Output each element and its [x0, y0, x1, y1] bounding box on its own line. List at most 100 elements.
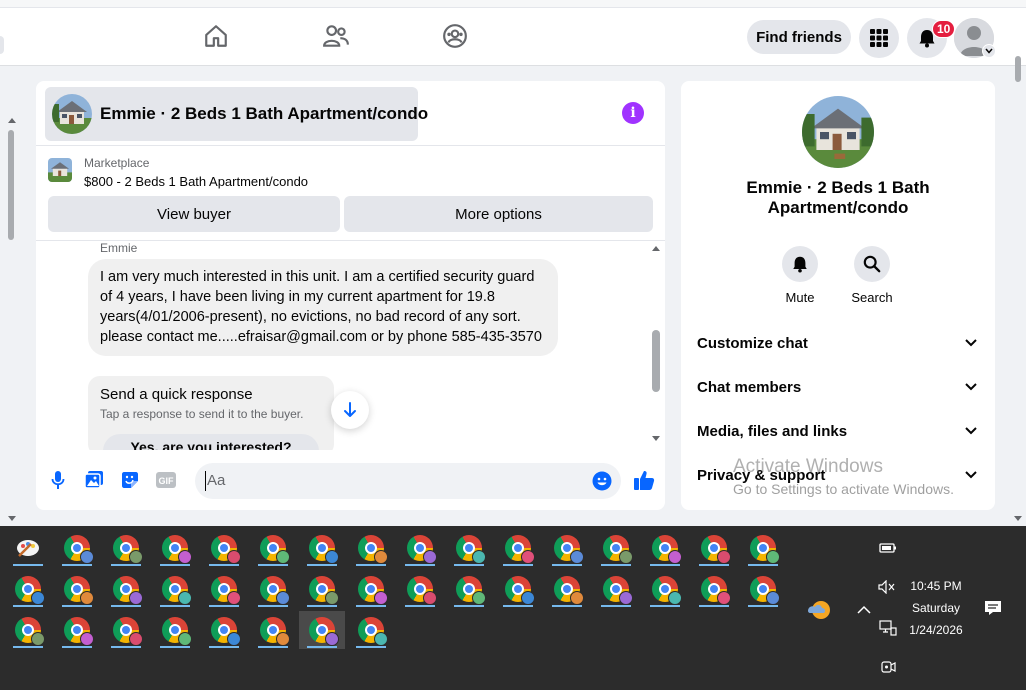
taskbar-browser-window[interactable]: [348, 611, 394, 649]
taskbar-browser-window[interactable]: [593, 529, 639, 567]
taskbar-browser-window[interactable]: [5, 611, 51, 649]
volume-muted-icon[interactable]: [878, 579, 896, 595]
taskbar-browser-window[interactable]: [495, 570, 541, 608]
taskbar-browser-window[interactable]: [642, 570, 688, 608]
taskbar-browser-window[interactable]: [397, 570, 443, 608]
weather-icon[interactable]: [806, 597, 832, 623]
thumbs-up-icon[interactable]: [632, 467, 656, 493]
scrollbar-thumb[interactable]: [652, 330, 660, 392]
home-icon[interactable]: [202, 22, 230, 50]
taskbar-browser-window[interactable]: [299, 529, 345, 567]
taskbar-browser-window[interactable]: [5, 570, 51, 608]
taskbar-browser-window[interactable]: [740, 570, 786, 608]
chat-members-row[interactable]: Chat members: [697, 365, 981, 409]
info-icon[interactable]: i: [622, 102, 644, 124]
chat-header[interactable]: Emmie · 2 Beds 1 Bath Apartment/condo: [45, 87, 428, 141]
scrollbar-thumb[interactable]: [1015, 56, 1021, 82]
taskbar-browser-window[interactable]: [103, 611, 149, 649]
search-icon[interactable]: [854, 246, 890, 282]
gif-icon[interactable]: GIF: [155, 469, 177, 491]
thread-scrollbar[interactable]: [649, 244, 663, 444]
taskbar-browser-window[interactable]: [152, 570, 198, 608]
taskbar-browser-window[interactable]: [201, 529, 247, 567]
microphone-icon[interactable]: [47, 469, 69, 491]
taskbar-browser-window[interactable]: [544, 570, 590, 608]
taskbar-browser-window[interactable]: [54, 570, 100, 608]
listing-price-title[interactable]: $800 - 2 Beds 1 Bath Apartment/condo: [84, 174, 308, 189]
profile-badge-icon: [570, 550, 584, 564]
message-bubble[interactable]: I am very much interested in this unit. …: [88, 259, 558, 356]
scrollbar-thumb[interactable]: [8, 130, 14, 240]
chevron-down-icon[interactable]: [961, 377, 981, 397]
chrome-icon: [113, 576, 143, 605]
info-title: Emmie · 2 Beds 1 Bath Apartment/condo: [746, 178, 930, 217]
taskbar-browser-window[interactable]: [446, 529, 492, 567]
chrome-icon: [358, 535, 388, 564]
taskbar-browser-window[interactable]: [495, 529, 541, 567]
taskbar-browser-window[interactable]: [54, 529, 100, 567]
chevron-down-icon[interactable]: [961, 421, 981, 441]
taskbar-browser-window[interactable]: [103, 570, 149, 608]
taskbar-browser-window[interactable]: [152, 611, 198, 649]
taskbar-browser-window[interactable]: [446, 570, 492, 608]
taskbar-browser-window[interactable]: [250, 570, 296, 608]
network-icon[interactable]: [879, 620, 897, 636]
clock-day[interactable]: Saturday: [904, 601, 968, 615]
search-action[interactable]: Search: [842, 246, 902, 305]
taskbar-browser-window[interactable]: [348, 570, 394, 608]
quick-response-option[interactable]: Yes, are you interested?: [103, 434, 319, 450]
meet-now-icon[interactable]: [880, 659, 896, 675]
view-buyer-button[interactable]: View buyer: [48, 196, 340, 232]
menu-grid-icon[interactable]: [859, 18, 899, 58]
sticker-icon[interactable]: [119, 469, 141, 491]
chevron-up-icon[interactable]: [857, 602, 871, 614]
taskbar-browser-window[interactable]: [397, 529, 443, 567]
scroll-to-bottom-button[interactable]: [331, 391, 369, 429]
taskbar-browser-window[interactable]: [250, 529, 296, 567]
window-scrollbar[interactable]: [1010, 56, 1026, 526]
taskbar-browser-window[interactable]: [691, 529, 737, 567]
customize-chat-row[interactable]: Customize chat: [697, 321, 981, 365]
bell-icon[interactable]: [782, 246, 818, 282]
page-scrollbar[interactable]: [2, 114, 20, 526]
taskbar-app-icon[interactable]: [5, 529, 51, 567]
chevron-down-icon[interactable]: [982, 44, 996, 58]
more-options-button[interactable]: More options: [344, 196, 653, 232]
notification-center-icon[interactable]: [984, 599, 1002, 617]
photo-icon[interactable]: [83, 469, 105, 491]
scroll-up-arrow-icon[interactable]: [8, 118, 16, 123]
find-friends-button[interactable]: Find friends: [747, 20, 851, 54]
taskbar-browser-window[interactable]: [348, 529, 394, 567]
chevron-down-icon[interactable]: [961, 333, 981, 353]
scroll-down-arrow-icon[interactable]: [1014, 516, 1022, 521]
chevron-down-icon[interactable]: [961, 465, 981, 485]
mute-action[interactable]: Mute: [770, 246, 830, 305]
profile-badge-icon: [472, 591, 486, 605]
scroll-down-arrow-icon[interactable]: [652, 436, 660, 441]
taskbar-browser-window[interactable]: [740, 529, 786, 567]
emoji-icon[interactable]: [592, 471, 612, 491]
taskbar-browser-window[interactable]: [152, 529, 198, 567]
clock-date[interactable]: 1/24/2026: [904, 623, 968, 637]
message-input[interactable]: Aa: [195, 463, 621, 499]
taskbar-browser-window[interactable]: [103, 529, 149, 567]
battery-icon[interactable]: [879, 541, 897, 553]
profile-badge-icon: [325, 632, 339, 646]
media-files-links-row[interactable]: Media, files and links: [697, 409, 981, 453]
clock-time[interactable]: 10:45 PM: [904, 579, 968, 593]
scroll-up-arrow-icon[interactable]: [652, 246, 660, 251]
taskbar-browser-window[interactable]: [201, 611, 247, 649]
taskbar-browser-window[interactable]: [691, 570, 737, 608]
groups-icon[interactable]: [441, 22, 469, 50]
taskbar-browser-window[interactable]: [299, 570, 345, 608]
taskbar-browser-window[interactable]: [544, 529, 590, 567]
left-edge-tab[interactable]: [0, 36, 4, 54]
friends-icon[interactable]: [322, 22, 350, 50]
taskbar-browser-window[interactable]: [299, 611, 345, 649]
taskbar-browser-window[interactable]: [54, 611, 100, 649]
taskbar-browser-window[interactable]: [250, 611, 296, 649]
scroll-down-arrow-icon[interactable]: [8, 516, 16, 521]
taskbar-browser-window[interactable]: [642, 529, 688, 567]
taskbar-browser-window[interactable]: [593, 570, 639, 608]
taskbar-browser-window[interactable]: [201, 570, 247, 608]
